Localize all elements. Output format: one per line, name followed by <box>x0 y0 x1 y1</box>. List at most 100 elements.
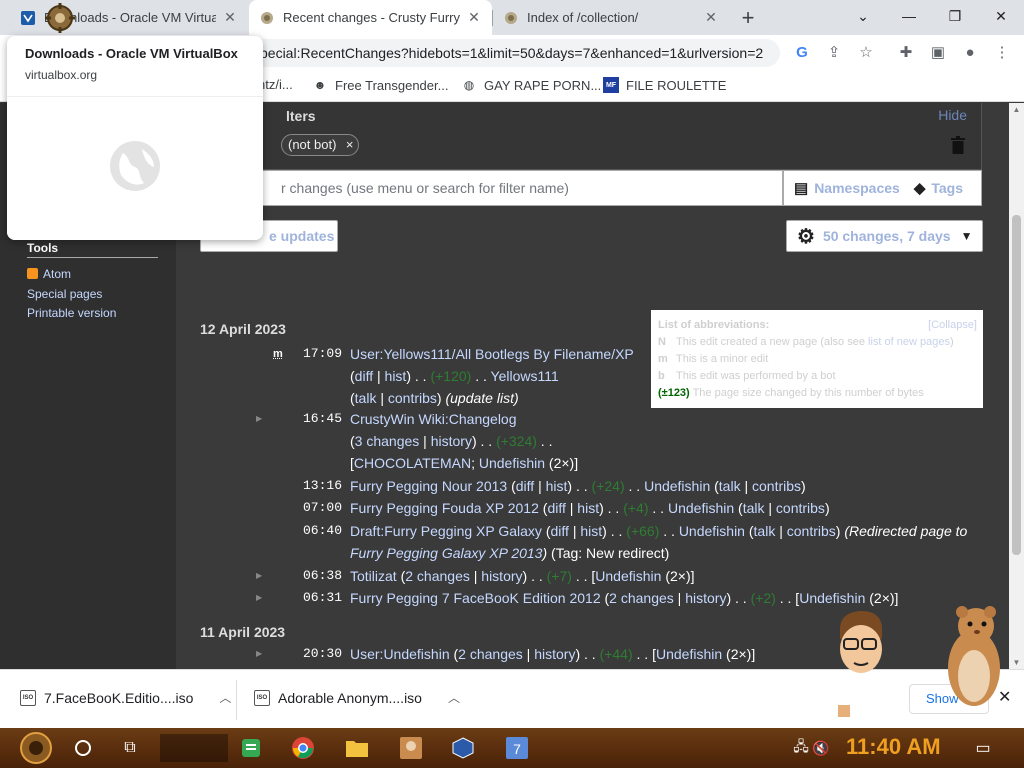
close-icon[interactable]: × <box>346 135 354 155</box>
expand-arrow-icon[interactable]: ▶ <box>256 565 262 587</box>
sidebar-link-printable[interactable]: Printable version <box>27 306 116 320</box>
tab-recent-changes[interactable]: Recent changes - Crusty Furry ✕ <box>249 0 492 35</box>
diff-link[interactable]: diff <box>355 368 373 384</box>
hist-link[interactable]: hist <box>385 368 407 384</box>
sidebar-link-special-pages[interactable]: Special pages <box>27 287 102 301</box>
download-item[interactable]: ISO 7.FaceBooK.Editio....iso ︿ <box>20 689 231 706</box>
user-link[interactable]: Undefishin <box>595 568 661 584</box>
profile-icon[interactable]: ● <box>960 42 980 62</box>
contribs-link[interactable]: contribs <box>752 478 801 494</box>
diff-link[interactable]: diff <box>516 478 534 494</box>
talk-link[interactable]: talk <box>719 478 741 494</box>
expand-arrow-icon[interactable]: ▶ <box>256 408 262 430</box>
minimize-button[interactable]: — <box>886 0 932 32</box>
new-tab-button[interactable]: + <box>734 4 762 32</box>
volume-mute-icon[interactable]: 🔇 <box>806 734 836 762</box>
close-icon[interactable]: ✕ <box>466 9 482 26</box>
restore-button[interactable]: ❐ <box>932 0 978 32</box>
taskbar-app-virtualbox[interactable] <box>448 734 478 762</box>
scroll-up-icon[interactable]: ▲ <box>1009 105 1024 114</box>
hist-link[interactable]: hist <box>577 500 599 516</box>
talk-link[interactable]: talk <box>355 390 377 406</box>
hide-filters-link[interactable]: Hide <box>938 107 967 123</box>
chevron-down-icon[interactable]: ⌄ <box>840 0 886 32</box>
download-item[interactable]: ISO Adorable Anonym....iso ︿ <box>254 689 460 706</box>
window-close-button[interactable]: ✕ <box>978 0 1024 32</box>
talk-link[interactable]: talk <box>743 500 765 516</box>
page-link[interactable]: Furry Pegging 7 FaceBooK Edition 2012 <box>350 590 601 606</box>
page-scrollbar[interactable]: ▲ ▼ <box>1009 103 1024 669</box>
new-pages-link[interactable]: list of new pages <box>868 336 950 348</box>
history-link[interactable]: history <box>431 433 472 449</box>
close-icon[interactable]: ✕ <box>222 9 238 26</box>
star-icon[interactable]: ☆ <box>856 42 876 62</box>
changes-link[interactable]: 2 changes <box>458 646 523 662</box>
search-button[interactable] <box>68 734 98 762</box>
user-link[interactable]: Undefishin <box>656 646 722 662</box>
namespaces-button[interactable]: Namespaces <box>814 180 900 196</box>
history-link[interactable]: history <box>685 590 726 606</box>
sidebar-link-atom[interactable]: Atom <box>27 267 71 281</box>
side-panel-icon[interactable]: ▣ <box>928 42 948 62</box>
extensions-icon[interactable]: ✚ <box>896 42 916 62</box>
page-link[interactable]: CrustyWin Wiki:Changelog <box>350 411 517 427</box>
taskbar-app-game[interactable] <box>396 734 426 762</box>
legend-collapse-link[interactable]: [Collapse] <box>928 317 977 334</box>
trash-icon[interactable] <box>951 136 965 154</box>
page-link[interactable]: User:Undefishin <box>350 646 450 662</box>
page-link[interactable]: Furry Pegging Nour 2013 <box>350 478 507 494</box>
history-link[interactable]: history <box>481 568 522 584</box>
history-link[interactable]: history <box>534 646 575 662</box>
bookmark-item[interactable]: ☻ Free Transgender... <box>312 77 449 93</box>
google-icon[interactable]: G <box>792 42 812 62</box>
chevron-up-icon[interactable]: ︿ <box>219 689 231 706</box>
chevron-up-icon[interactable]: ︿ <box>448 689 460 706</box>
taskbar-clock[interactable]: 11:40 AM <box>846 734 941 760</box>
limit-selector-button[interactable]: ⚙ 50 changes, 7 days ▼ <box>786 220 983 252</box>
tab-index-collection[interactable]: Index of /collection/ ✕ <box>493 0 729 35</box>
changes-link[interactable]: 2 changes <box>405 568 470 584</box>
address-bar[interactable]: pecial:RecentChanges?hidebots=1&limit=50… <box>240 39 780 67</box>
user-link[interactable]: Yellows111 <box>491 368 559 384</box>
diff-link[interactable]: diff <box>547 500 565 516</box>
taskbar-app-explorer[interactable] <box>342 734 372 762</box>
tags-button[interactable]: Tags <box>931 180 963 196</box>
page-link[interactable]: Totilizat <box>350 568 397 584</box>
expand-arrow-icon[interactable]: ▶ <box>256 643 262 665</box>
hist-link[interactable]: hist <box>580 523 602 539</box>
expand-arrow-icon[interactable]: ▶ <box>256 587 262 609</box>
user-link[interactable]: Undefishin <box>668 500 734 516</box>
user-link[interactable]: CHOCOLATEMAN <box>354 455 471 471</box>
share-icon[interactable]: ⇪ <box>824 42 844 62</box>
redirect-target-link[interactable]: Furry Pegging Galaxy XP 2013 <box>350 545 542 561</box>
user-link[interactable]: Undefishin <box>679 523 745 539</box>
task-view-button[interactable]: ⧉ <box>115 734 145 762</box>
bookmark-item[interactable]: ◍ GAY RAPE PORN... <box>461 77 602 93</box>
scrollbar-thumb[interactable] <box>1012 215 1021 555</box>
bookmark-item[interactable]: ntz/i... <box>258 77 293 92</box>
page-link[interactable]: Furry Pegging Fouda XP 2012 <box>350 500 539 516</box>
hist-link[interactable]: hist <box>546 478 568 494</box>
user-link[interactable]: Undefishin <box>479 455 545 471</box>
taskbar-app-chrome[interactable] <box>288 734 318 762</box>
contribs-link[interactable]: contribs <box>388 390 437 406</box>
page-link[interactable]: Draft:Furry Pegging XP Galaxy <box>350 523 542 539</box>
taskbar-app-sheets[interactable] <box>236 734 266 762</box>
talk-link[interactable]: talk <box>754 523 776 539</box>
bookmark-item[interactable]: MF FILE ROULETTE <box>603 77 726 93</box>
filter-chip[interactable]: (not bot) × <box>281 134 360 156</box>
contribs-link[interactable]: contribs <box>776 500 825 516</box>
close-icon[interactable]: ✕ <box>703 9 719 26</box>
page-link[interactable]: User:Yellows111/All Bootlegs By Filename… <box>350 346 634 362</box>
user-link[interactable]: Undefishin <box>644 478 710 494</box>
start-button[interactable] <box>16 732 56 764</box>
notifications-icon[interactable]: ▭ <box>968 734 998 762</box>
scroll-down-icon[interactable]: ▼ <box>1009 658 1024 667</box>
taskbar-search-box[interactable] <box>160 734 228 762</box>
filter-search-input[interactable]: r changes (use menu or search for filter… <box>200 170 783 206</box>
taskbar-app-windows7[interactable]: 7 <box>502 734 532 762</box>
user-link[interactable]: Undefishin <box>799 590 865 606</box>
diff-link[interactable]: diff <box>551 523 569 539</box>
changes-link[interactable]: 3 changes <box>355 433 420 449</box>
changes-link[interactable]: 2 changes <box>609 590 674 606</box>
